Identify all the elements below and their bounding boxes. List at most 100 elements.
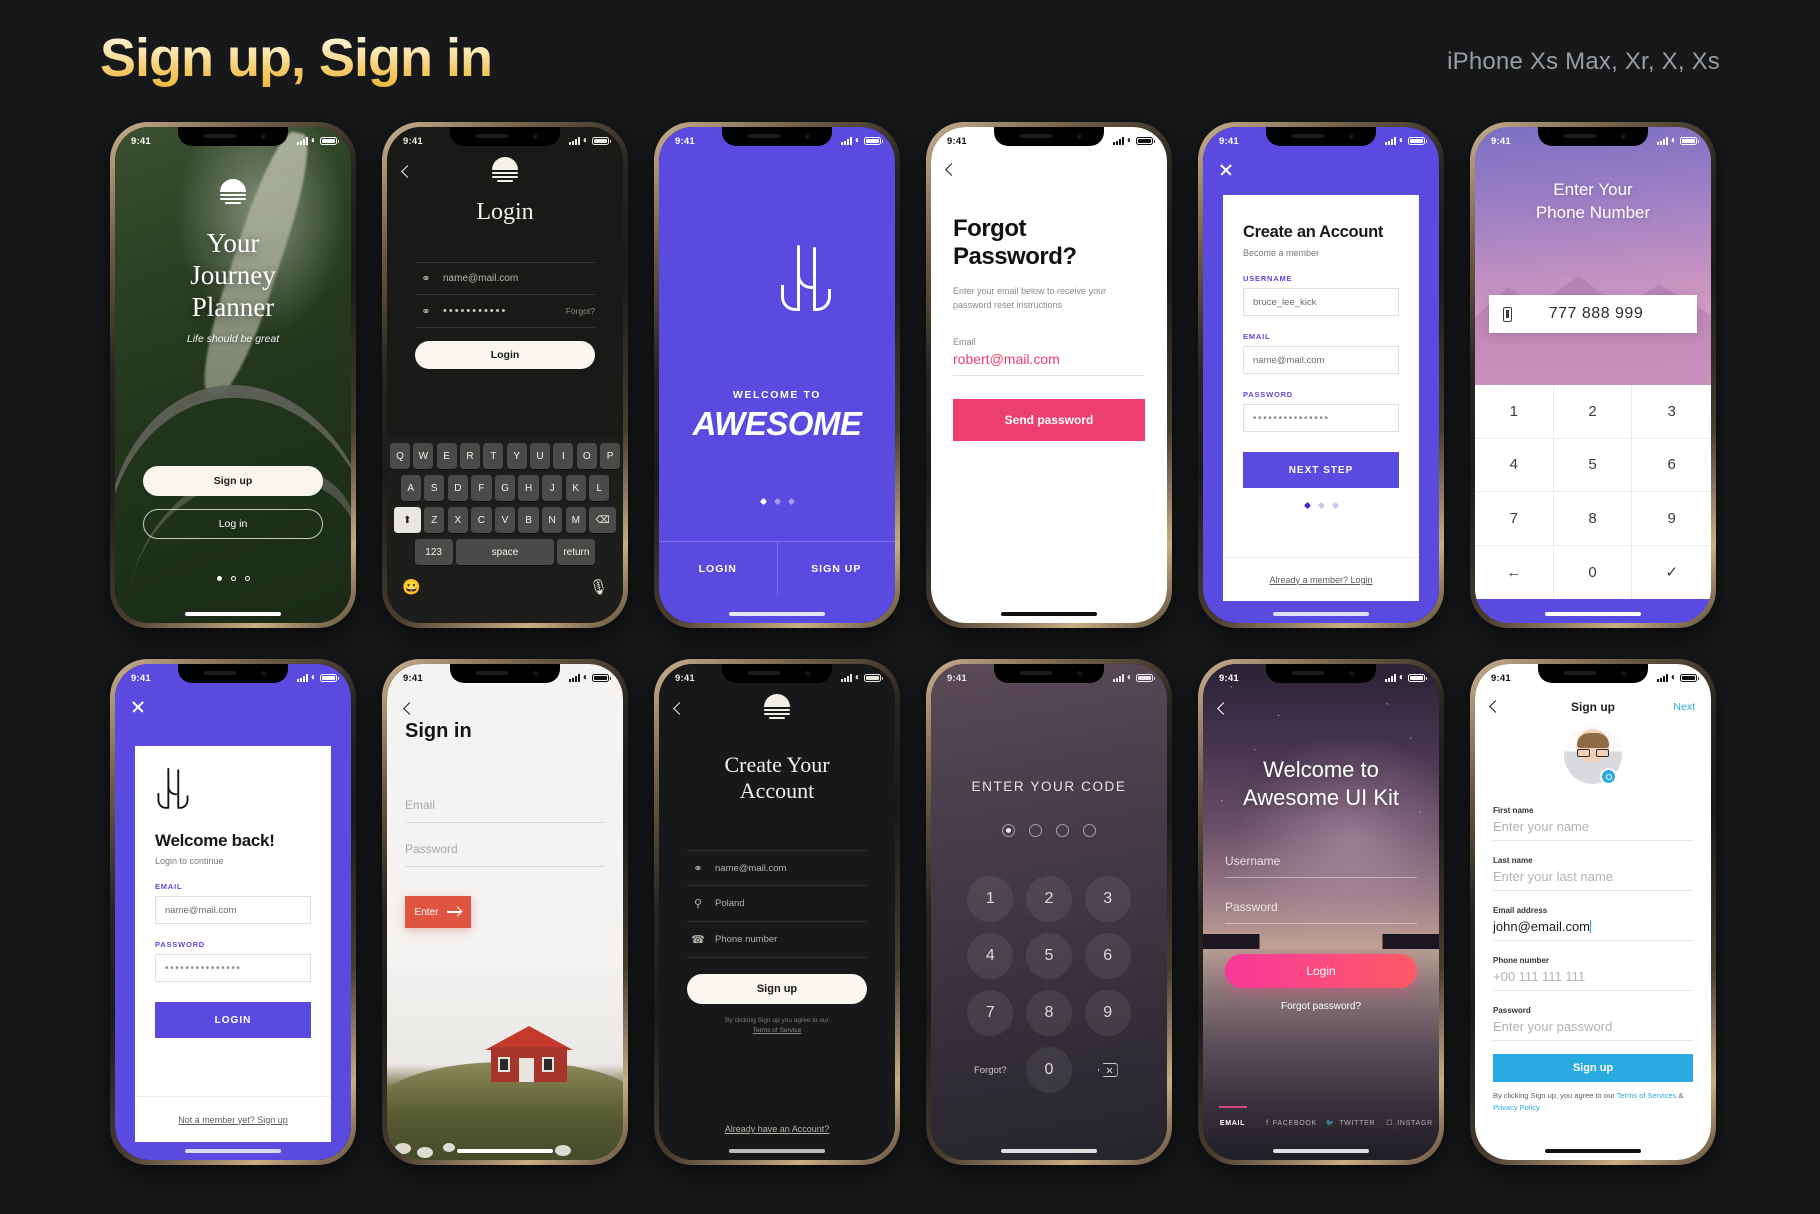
key-y[interactable]: Y [506, 443, 527, 469]
keypad-0[interactable]: 0 [1025, 1047, 1072, 1093]
phone-awesome-welcome[interactable]: 9:41 ◐ WELCOME TO AWESOME LOGIN SIGN UP [654, 122, 900, 628]
confirm-check-icon[interactable]: ✓ [1632, 546, 1711, 600]
keypad-3[interactable]: 3 [1084, 876, 1131, 922]
key-v[interactable]: V [494, 507, 516, 533]
username-input[interactable]: bruce_lee_kick [1243, 288, 1399, 316]
tab-login[interactable]: LOGIN [659, 542, 777, 595]
key-m[interactable]: M [565, 507, 586, 533]
key-d[interactable]: D [447, 475, 468, 501]
next-button[interactable]: Next [1673, 701, 1695, 713]
numeric-keypad[interactable]: 1 2 3 4 5 6 7 8 9 ← 0 ✓ [1475, 385, 1711, 599]
keypad-6[interactable]: 6 [1632, 439, 1711, 492]
phone-number-input[interactable]: 777 888 999 [1489, 295, 1697, 333]
password-input[interactable]: Password [405, 842, 605, 867]
key-j[interactable]: J [542, 475, 563, 501]
phone-welcome-back[interactable]: 9:41 ◐ Welcome back! Login to continue E… [110, 659, 356, 1165]
already-member-link[interactable]: Already a member? Login [1269, 575, 1372, 585]
forgot-link[interactable]: Forgot? [967, 1047, 1013, 1093]
terms-of-services-link[interactable]: Terms of Services [1617, 1091, 1677, 1100]
page-dot-active[interactable] [216, 576, 222, 581]
numbers-key[interactable]: 123 [414, 539, 453, 565]
keypad-8[interactable]: 8 [1553, 492, 1633, 546]
camera-icon[interactable] [1600, 768, 1617, 785]
page-indicator[interactable] [659, 497, 895, 506]
close-button[interactable] [131, 700, 145, 719]
pin-keypad[interactable]: 1 2 3 4 5 6 7 8 9 Forgot? 0 [961, 876, 1137, 1093]
tab-twitter[interactable]: 🐦 TWITTER [1321, 1119, 1380, 1128]
key-a[interactable]: A [400, 475, 421, 501]
key-n[interactable]: N [542, 507, 563, 533]
privacy-policy-link[interactable]: Privacy Policy [1493, 1103, 1540, 1112]
back-button[interactable] [945, 161, 958, 179]
next-step-button[interactable]: NEXT STEP [1243, 452, 1399, 488]
backspace-icon[interactable]: ← [1475, 545, 1554, 599]
key-q[interactable]: Q [389, 443, 410, 469]
close-button[interactable] [1219, 163, 1233, 182]
phone-forgot-password[interactable]: 9:41 ◐ Forgot Password? Enter your email… [926, 122, 1172, 628]
return-key[interactable]: return [557, 539, 596, 565]
password-input[interactable]: Enter your password [1493, 1015, 1693, 1041]
terms-of-service-link[interactable]: Terms of Service [753, 1027, 801, 1034]
tab-instagram[interactable]: ☐ INSTAGR [1380, 1119, 1439, 1128]
key-s[interactable]: S [424, 475, 445, 501]
key-p[interactable]: P [600, 443, 621, 469]
backspace-key[interactable]: ⌫ [589, 507, 617, 533]
login-button[interactable]: LOGIN [155, 1002, 311, 1038]
page-indicator[interactable] [115, 576, 351, 581]
keypad-7[interactable]: 7 [1475, 492, 1554, 546]
tab-facebook[interactable]: f FACEBOOK [1262, 1120, 1321, 1127]
phone-enter-code[interactable]: 9:41 ◐ ENTER YOUR CODE 1 2 3 4 5 6 7 8 9… [926, 659, 1172, 1165]
back-button[interactable] [403, 700, 416, 718]
phone-signin-house[interactable]: 9:41 ◐ Sign in Email Password Enter [382, 659, 628, 1165]
keypad-9[interactable]: 9 [1084, 990, 1131, 1036]
microphone-icon[interactable]: 🎙 [589, 578, 608, 596]
email-input[interactable]: Email [405, 798, 605, 823]
keypad-2[interactable]: 2 [1553, 385, 1633, 439]
space-key[interactable]: space [456, 539, 554, 565]
tab-signup[interactable]: SIGN UP [776, 542, 896, 595]
step-dot-active[interactable] [1303, 501, 1311, 510]
key-g[interactable]: G [494, 475, 516, 501]
phone-create-your-account[interactable]: 9:41 ◐ Create Your Account ⚭ name@mail.c… [654, 659, 900, 1165]
key-b[interactable]: B [518, 507, 539, 533]
phone-field[interactable]: ☎ Phone number [687, 922, 867, 958]
key-l[interactable]: L [589, 475, 610, 501]
key-u[interactable]: U [530, 443, 550, 469]
back-button[interactable] [1489, 698, 1502, 716]
password-input[interactable]: ••••••••••••••• [155, 954, 311, 982]
email-field[interactable]: ⚭ name@mail.com [415, 262, 595, 295]
key-r[interactable]: R [460, 443, 480, 469]
email-input[interactable]: name@mail.com [155, 896, 311, 924]
page-dot[interactable] [773, 497, 781, 506]
onscreen-keyboard[interactable]: Q W E R T Y U I O P A S D F G H J K L ⬆ … [387, 437, 623, 623]
key-w[interactable]: W [413, 443, 434, 469]
keypad-3[interactable]: 3 [1632, 385, 1711, 439]
username-input[interactable]: Username [1225, 854, 1417, 878]
keypad-4[interactable]: 4 [1475, 438, 1554, 492]
phone-login-keyboard[interactable]: 9:41 ◐ Login ⚭ name@mail.com ⚭ •••••••••… [382, 122, 628, 628]
password-input[interactable]: ••••••••••••••• [1243, 404, 1399, 432]
email-input[interactable]: john@email.com [1493, 915, 1693, 941]
tab-email[interactable]: EMAIL [1203, 1120, 1262, 1127]
already-account-link[interactable]: Already have an Account? [659, 1124, 895, 1134]
phone-journey-planner[interactable]: 9:41 ◐ Your Journey Planner Life should … [110, 122, 356, 628]
keypad-8[interactable]: 8 [1025, 990, 1072, 1036]
back-button[interactable] [673, 700, 686, 718]
page-dot-active[interactable] [759, 497, 767, 506]
backspace-button[interactable] [1085, 1047, 1131, 1093]
emoji-icon[interactable]: 😀 [402, 578, 421, 596]
last-name-input[interactable]: Enter your last name [1493, 865, 1693, 891]
keypad-5[interactable]: 5 [1553, 438, 1633, 492]
step-dot[interactable] [1331, 501, 1339, 510]
page-dot[interactable] [230, 576, 236, 581]
page-dot[interactable] [244, 576, 250, 581]
signup-link[interactable]: Not a member yet? Sign up [178, 1115, 288, 1125]
login-button[interactable]: Login [415, 341, 595, 369]
keypad-9[interactable]: 9 [1632, 492, 1711, 546]
keypad-4[interactable]: 4 [967, 933, 1014, 979]
signup-button[interactable]: Sign up [143, 466, 323, 496]
key-t[interactable]: T [483, 443, 504, 469]
key-k[interactable]: K [565, 475, 586, 501]
first-name-input[interactable]: Enter your name [1493, 815, 1693, 841]
back-button[interactable] [1217, 700, 1230, 718]
